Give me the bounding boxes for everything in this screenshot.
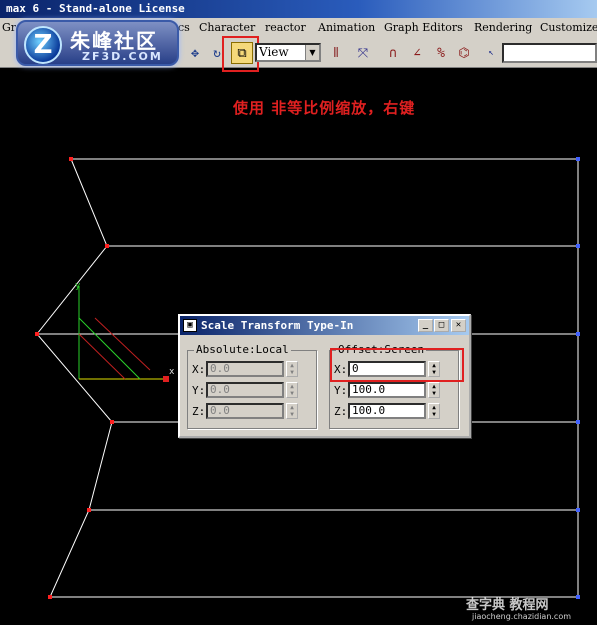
gizmo-diagonal-3 [94, 317, 151, 371]
reference-coordinate-value: View [259, 45, 289, 59]
vertex [576, 508, 580, 512]
menu-graph-editors[interactable]: Graph Editors [384, 18, 463, 38]
vertex [576, 244, 580, 248]
offset-y-row: Y: 100.0 ▲ ▼ [330, 382, 446, 399]
reference-coordinate-dropdown[interactable]: View ▼ [255, 43, 321, 62]
menu-modifiers-partial[interactable]: cs [178, 18, 190, 38]
absolute-local-group: Absolute:Local X: 0.0 ▲ ▼ Y: 0.0 ▲ ▼ Z: 0.… [187, 343, 317, 429]
maximize-icon[interactable]: □ [434, 319, 449, 332]
absolute-z-row: Z: 0.0 ▲ ▼ [188, 403, 304, 420]
gizmo-diagonal-1 [78, 317, 141, 380]
offset-z-row: Z: 100.0 ▲ ▼ [330, 403, 446, 420]
menu-rendering[interactable]: Rendering [474, 18, 532, 38]
snap-3d-icon[interactable]: ∩ [382, 42, 404, 64]
gizmo-diagonal-2 [78, 333, 126, 380]
absolute-x-spinner[interactable]: ▲ ▼ [286, 361, 298, 377]
window-title: max 6 - Stand-alone License [6, 2, 185, 15]
logo-badge: Z [24, 26, 62, 64]
menu-character[interactable]: Character [199, 18, 255, 38]
menu-reactor[interactable]: reactor [265, 18, 306, 38]
menu-customize[interactable]: Customize [540, 18, 597, 38]
named-selection-icon[interactable]: ↖ [480, 42, 502, 64]
absolute-x-row: X: 0.0 ▲ ▼ [188, 361, 304, 378]
absolute-y-label: Y: [192, 384, 206, 397]
absolute-y-row: Y: 0.0 ▲ ▼ [188, 382, 304, 399]
absolute-y-input[interactable]: 0.0 [206, 382, 284, 398]
select-and-move-icon[interactable]: ✥ [184, 42, 206, 64]
dialog-title-bar[interactable]: ▣ Scale Transform Type-In _ □ ✕ [180, 316, 469, 335]
chevron-down-icon: ▼ [305, 45, 319, 60]
dialog-app-icon: ▣ [183, 319, 197, 332]
vertex [105, 244, 109, 248]
angle-snap-icon[interactable]: ∠ [406, 42, 428, 64]
absolute-z-input[interactable]: 0.0 [206, 403, 284, 419]
minimize-icon[interactable]: _ [418, 319, 433, 332]
offset-y-input[interactable]: 100.0 [348, 382, 426, 398]
offset-z-spinner[interactable]: ▲ ▼ [428, 403, 440, 419]
offset-z-label: Z: [334, 405, 348, 418]
logo-subtitle: ZF3D.COM [82, 50, 163, 63]
vertex [576, 332, 580, 336]
align-icon[interactable]: ⤧ [352, 42, 374, 64]
vertex [576, 420, 580, 424]
gizmo-y-label: y [75, 281, 81, 291]
menu-animation[interactable]: Animation [318, 18, 375, 38]
vertex [576, 157, 580, 161]
offset-y-label: Y: [334, 384, 348, 397]
vertex [35, 332, 39, 336]
close-icon[interactable]: ✕ [451, 319, 466, 332]
offset-y-spinner[interactable]: ▲ ▼ [428, 382, 440, 398]
mirror-icon[interactable]: ⫴ [325, 42, 347, 64]
offset-z-input[interactable]: 100.0 [348, 403, 426, 419]
shape-edge-left [36, 158, 113, 598]
named-selection-field[interactable] [502, 43, 597, 63]
vertex [110, 420, 114, 424]
vertex [69, 157, 73, 161]
transform-gizmo [78, 286, 169, 382]
absolute-z-spinner[interactable]: ▲ ▼ [286, 403, 298, 419]
scale-button-highlight [222, 36, 259, 72]
dialog-title: Scale Transform Type-In [201, 319, 354, 332]
absolute-x-label: X: [192, 363, 206, 376]
perspective-viewport[interactable] [0, 0, 597, 625]
offset-x-highlight [330, 348, 464, 382]
gizmo-x-label: x [169, 367, 175, 377]
vertex [87, 508, 91, 512]
vertex [576, 595, 580, 599]
absolute-z-label: Z: [192, 405, 206, 418]
tutorial-annotation: 使用 非等比例缩放，右键 [233, 99, 416, 117]
absolute-x-input[interactable]: 0.0 [206, 361, 284, 377]
percent-snap-icon[interactable]: % [430, 42, 452, 64]
absolute-y-spinner[interactable]: ▲ ▼ [286, 382, 298, 398]
watermark-url: jiaocheng.chazidian.com [472, 612, 572, 621]
vertex [48, 595, 52, 599]
window-title-bar: max 6 - Stand-alone License [0, 0, 597, 18]
watermark-logo: 查字典 教程网 [466, 598, 549, 613]
absolute-local-label: Absolute:Local [194, 343, 291, 356]
spinner-snap-icon[interactable]: ⌬ [453, 42, 475, 64]
site-logo: Z 朱峰社区 ZF3D.COM [16, 20, 179, 66]
